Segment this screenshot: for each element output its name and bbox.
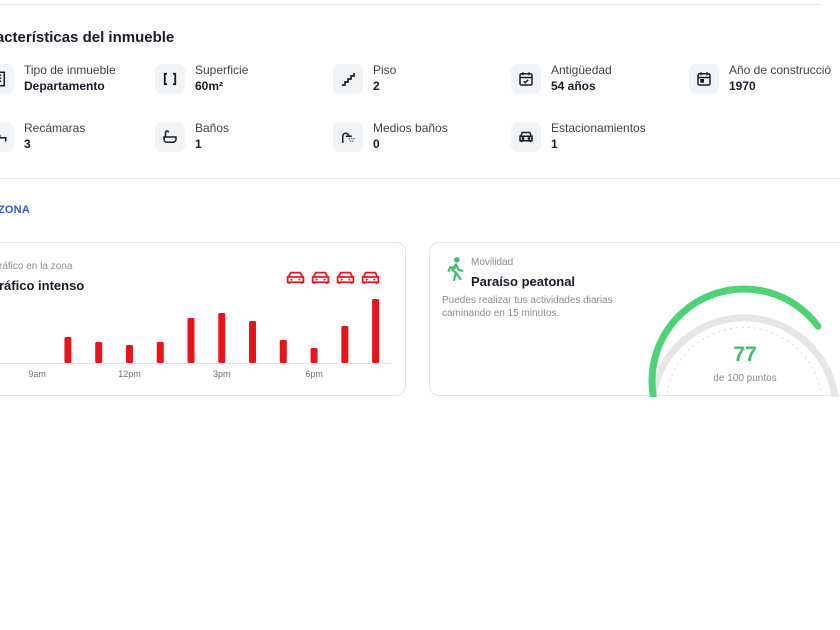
feature-half-baths: Medios baños 0 — [333, 121, 448, 153]
feature-bedrooms: Recámaras 3 — [0, 121, 85, 153]
traffic-bar-2pm — [187, 318, 195, 363]
traffic-bar-1pm — [156, 342, 164, 363]
walkability-score-caption: de 100 puntos — [713, 373, 777, 384]
traffic-bar-4pm — [249, 321, 257, 363]
mobility-caption: Movilidad — [471, 257, 514, 268]
x-tick-label: 12pm — [118, 369, 141, 379]
bed-icon — [0, 122, 14, 152]
car-icon — [311, 271, 330, 284]
feature-area: Superficie 60m² — [155, 63, 248, 95]
mobility-card: Movilidad Paraíso peatonal Puedes realiz… — [429, 242, 840, 397]
traffic-bar-11am — [95, 342, 103, 363]
walkability-score: 77 — [733, 343, 757, 366]
area-brackets-icon — [155, 64, 185, 94]
stairs-icon — [333, 64, 363, 94]
section-divider — [0, 178, 840, 179]
shower-icon — [333, 122, 363, 152]
car-icon — [286, 271, 305, 284]
feature-age: Antigüedad 54 años — [511, 63, 612, 95]
feature-construction-year: Año de construcció 1970 — [689, 63, 831, 95]
traffic-caption: ráfico en la zona — [0, 261, 73, 272]
feature-floor: Piso 2 — [333, 63, 396, 95]
traffic-title: ráfico intenso — [0, 278, 85, 293]
traffic-bar-10am — [64, 337, 72, 363]
mobility-description: Puedes realizar tus actividades diarias … — [442, 295, 613, 319]
calendar-check-icon — [511, 64, 541, 94]
traffic-bar-12pm — [125, 345, 133, 363]
car-icon — [511, 122, 541, 152]
calendar-icon — [689, 64, 719, 94]
zone-section-label: ZONA — [0, 204, 30, 216]
traffic-bar-8pm — [372, 299, 380, 363]
building-icon — [0, 64, 14, 94]
feature-property-type: Tipo de inmueble Departamento — [0, 63, 116, 95]
bathtub-icon — [155, 122, 185, 152]
traffic-bar-3pm — [218, 313, 226, 363]
traffic-bar-6pm — [310, 348, 318, 363]
traffic-bar-7pm — [341, 326, 349, 363]
traffic-level-indicator — [285, 269, 381, 285]
traffic-card: 9am 12pm 3pm 6pm ráfico en la zona ráfico i… — [0, 242, 406, 396]
car-icon — [361, 271, 380, 284]
section-title: racterísticas del inmueble — [0, 29, 175, 46]
x-tick-label: 9am — [28, 369, 46, 379]
x-tick-label: 6pm — [305, 369, 323, 379]
traffic-bar-5pm — [279, 340, 287, 363]
feature-bathrooms: Baños 1 — [155, 121, 229, 153]
walking-person-icon — [447, 257, 464, 282]
x-tick-label: 3pm — [213, 369, 231, 379]
feature-parking: Estacionamientos 1 — [511, 121, 646, 153]
top-divider — [0, 4, 820, 5]
car-icon — [336, 271, 355, 284]
mobility-title: Paraíso peatonal — [471, 274, 576, 289]
